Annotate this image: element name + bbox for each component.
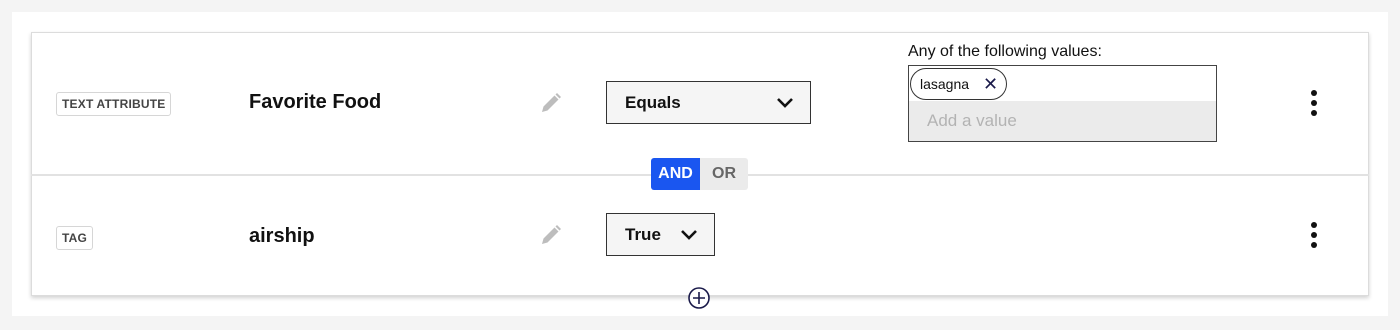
operator-select[interactable]: Equals xyxy=(606,81,811,124)
operator-select-value: True xyxy=(625,224,661,244)
values-label: Any of the following values: xyxy=(908,43,1102,60)
kebab-menu-icon[interactable] xyxy=(1309,222,1319,248)
or-toggle-button[interactable]: OR xyxy=(700,158,748,190)
rule-type-badge: TAG xyxy=(56,226,94,250)
rule-attribute-name: airship xyxy=(249,225,315,247)
pencil-icon[interactable] xyxy=(539,223,563,247)
and-toggle-button[interactable]: AND xyxy=(651,158,700,190)
values-input-box[interactable]: lasagna ✕ xyxy=(908,65,1217,142)
operator-select-value: Equals xyxy=(625,92,681,112)
plus-circle-icon[interactable] xyxy=(688,287,710,309)
close-icon[interactable]: ✕ xyxy=(983,75,998,93)
kebab-menu-icon[interactable] xyxy=(1309,90,1319,116)
value-chip-label: lasagna xyxy=(920,76,970,92)
chevron-down-icon xyxy=(777,97,793,108)
operator-select[interactable]: True xyxy=(606,213,715,256)
value-chip: lasagna ✕ xyxy=(910,68,1008,100)
pencil-icon[interactable] xyxy=(539,91,563,115)
rule-type-badge: TEXT ATTRIBUTE xyxy=(56,92,172,116)
add-value-input[interactable] xyxy=(909,101,1216,141)
logic-toggle: AND OR xyxy=(651,158,748,190)
chevron-down-icon xyxy=(681,229,697,240)
rule-attribute-name: Favorite Food xyxy=(249,91,382,113)
